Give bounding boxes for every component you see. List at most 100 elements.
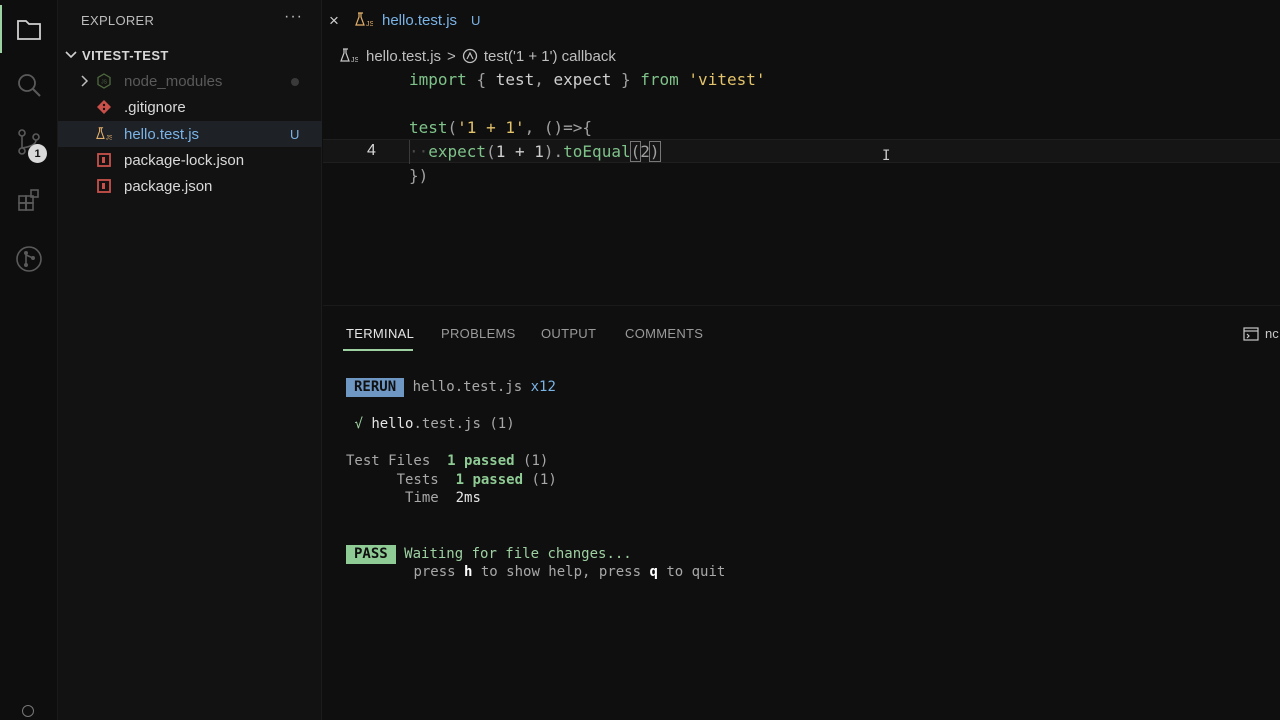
terminal-line-pass: PASS Waiting for file changes... <box>346 545 632 564</box>
scm-count-badge: 1 <box>28 144 47 163</box>
tab-problems[interactable]: PROBLEMS <box>441 326 516 341</box>
breadcrumb-separator: > <box>447 47 456 65</box>
code-line-4: ··expect(1 + 1).toEqual(2) <box>409 141 661 162</box>
breadcrumb: JS hello.test.js > test('1 + 1') callbac… <box>340 46 616 66</box>
extensions-activity-button[interactable] <box>0 176 58 224</box>
files-passed: 1 passed <box>447 453 515 469</box>
nodejs-folder-icon: JS <box>96 73 112 89</box>
code-line: }) <box>323 164 1280 188</box>
remote-activity-button[interactable] <box>0 235 58 283</box>
terminal-line-time: Time 2ms <box>346 490 481 506</box>
code-line-3: test('1 + 1', ()=>{ <box>409 118 593 137</box>
rerun-badge: RERUN <box>346 378 405 397</box>
help-key-q: q <box>649 564 658 580</box>
waiting-message: Waiting for file changes... <box>404 546 632 562</box>
terminal-line-tests: Tests 1 passed (1) <box>346 472 557 488</box>
git-file-icon <box>96 99 112 115</box>
search-activity-button[interactable] <box>0 61 58 109</box>
accounts-icon[interactable] <box>22 705 34 717</box>
pass-badge: PASS <box>346 545 396 564</box>
files-label: Test Files <box>346 453 431 469</box>
more-actions-button[interactable]: ··· <box>284 8 303 26</box>
tree-item-label: package.json <box>124 178 213 195</box>
files-count: (1) <box>523 453 549 469</box>
result-file-name: hello <box>371 416 414 432</box>
rerun-count: x12 <box>530 379 556 395</box>
tab-terminal[interactable]: TERMINAL <box>346 326 414 341</box>
code-line-1: import { test, expect } from 'vitest' <box>409 70 766 89</box>
tab-comments[interactable]: COMMENTS <box>625 326 703 341</box>
code-line-5: }) <box>409 166 429 185</box>
active-tab-underline <box>343 349 413 351</box>
explorer-sidebar: EXPLORER ··· VITEST-TEST JS node_modules… <box>58 0 322 720</box>
result-file-ext: .test.js <box>413 416 481 432</box>
result-count: (1) <box>489 416 515 432</box>
tab-output[interactable]: OUTPUT <box>541 326 596 341</box>
sidebar-title: EXPLORER <box>81 13 155 28</box>
extensions-icon <box>18 189 39 211</box>
bottom-panel: TERMINAL PROBLEMS OUTPUT COMMENTS nc RER… <box>323 305 1280 720</box>
tests-count: (1) <box>531 472 557 488</box>
terminal-selector[interactable]: nc <box>1243 326 1279 341</box>
tab-hello-test-js[interactable]: × JS hello.test.js U <box>323 0 495 42</box>
flask-test-icon: JS <box>340 48 358 64</box>
terminal-line-rerun: RERUN hello.test.js x12 <box>346 378 556 397</box>
close-icon[interactable]: × <box>329 11 345 30</box>
terminal-line-files: Test Files 1 passed (1) <box>346 453 548 469</box>
code-editor[interactable]: import { test, expect } from 'vitest' 4 … <box>323 66 1280 296</box>
tab-label: hello.test.js <box>382 12 458 29</box>
time-label: Time <box>405 490 439 506</box>
help-pre: press <box>413 564 465 580</box>
tree-item-hello-test-js[interactable]: JS hello.test.js U <box>58 121 322 147</box>
code-line: import { test, expect } from 'vitest' <box>323 68 1280 92</box>
tests-label: Tests <box>396 472 439 488</box>
git-graph-icon <box>16 246 42 272</box>
line-number: 4 <box>367 142 376 159</box>
current-code-line: 4 ··expect(1 + 1).toEqual(2) <box>323 139 1280 164</box>
check-mark: √ <box>354 416 363 432</box>
terminal-icon <box>1243 326 1259 341</box>
terminal-line-result: √ hello.test.js (1) <box>346 416 515 432</box>
time-value: 2ms <box>455 490 481 506</box>
chevron-down-icon <box>65 51 77 59</box>
svg-text:JS: JS <box>106 134 112 141</box>
help-mid: to show help, press <box>472 564 650 580</box>
terminal-line-help: press h to show help, press q to quit <box>346 564 725 580</box>
tree-item-label: node_modules <box>124 73 223 90</box>
tests-passed: 1 passed <box>455 472 524 488</box>
tree-item-label: .gitignore <box>124 99 186 116</box>
workspace-folder-label: VITEST-TEST <box>82 47 169 63</box>
flask-test-icon: JS <box>96 126 112 142</box>
tree-item-label: package-lock.json <box>124 152 245 169</box>
activity-bar: 1 <box>0 0 58 720</box>
tree-item-label: hello.test.js <box>124 126 200 143</box>
flask-test-icon: JS <box>355 12 375 33</box>
svg-text:JS: JS <box>101 80 108 86</box>
explorer-activity-button[interactable] <box>0 5 58 53</box>
symbol-method-icon <box>462 48 477 64</box>
npm-file-icon <box>96 178 112 194</box>
tree-item-package-json[interactable]: package.json <box>58 173 322 199</box>
svg-text:JS: JS <box>366 21 373 28</box>
code-line: test('1 + 1', ()=>{ <box>323 116 1280 140</box>
tree-item-node-modules[interactable]: JS node_modules <box>58 68 322 94</box>
tab-status: U <box>471 13 481 28</box>
help-post: to quit <box>657 564 726 580</box>
search-icon <box>18 74 41 97</box>
npm-file-icon <box>96 152 112 168</box>
rerun-file: hello.test.js <box>412 379 523 395</box>
chevron-right-icon <box>81 75 89 87</box>
mouse-ibeam-cursor: I <box>882 148 891 164</box>
svg-text:JS: JS <box>351 57 358 64</box>
files-icon <box>17 20 41 40</box>
breadcrumb-file[interactable]: hello.test.js <box>366 48 441 65</box>
vscode-window: 1 EXPLORER ··· VITEST-TEST JS node_modul… <box>0 0 1280 720</box>
tree-item-package-lock-json[interactable]: package-lock.json <box>58 147 322 173</box>
terminal-name: nc <box>1265 326 1279 341</box>
breadcrumb-symbol[interactable]: test('1 + 1') callback <box>484 48 616 65</box>
status-dot <box>291 78 299 86</box>
tree-item-gitignore[interactable]: .gitignore <box>58 94 322 120</box>
workspace-folder-header[interactable]: VITEST-TEST <box>58 42 322 68</box>
untracked-status: U <box>290 127 300 142</box>
editor-tab-bar: × JS hello.test.js U <box>323 0 1280 42</box>
